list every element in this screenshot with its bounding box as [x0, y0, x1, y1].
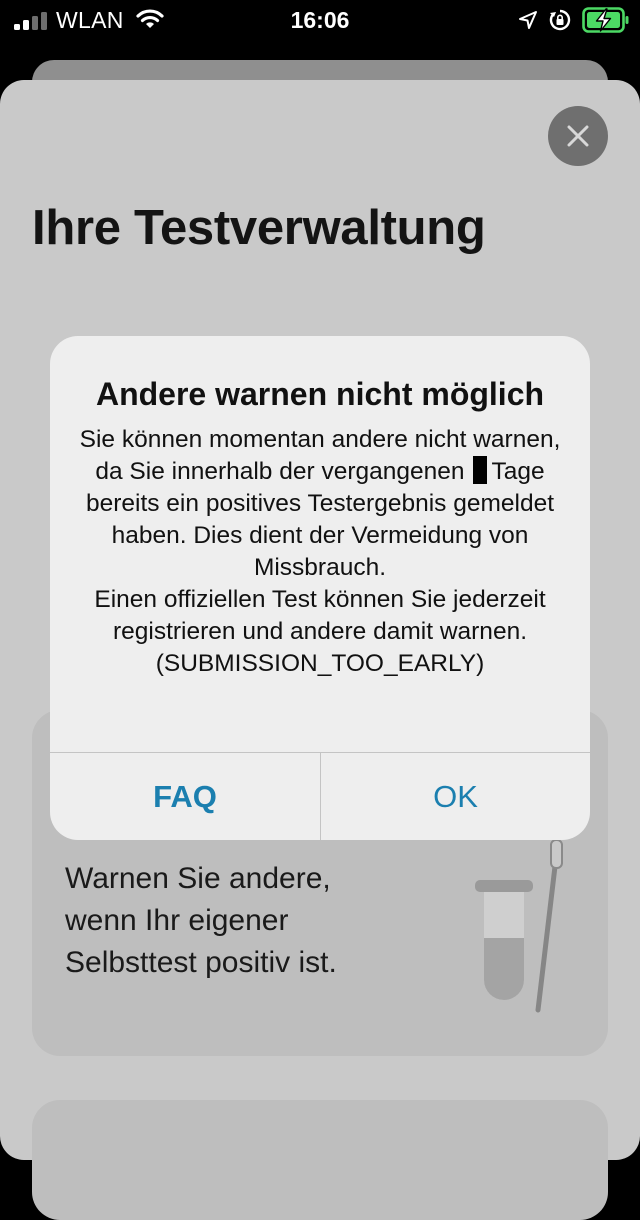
card-text-line: Selbsttest positiv ist. [65, 946, 337, 979]
alert-message: Sie können momentan andere nicht warnen,… [76, 424, 564, 680]
card-text-line: wenn Ihr eigener [65, 904, 289, 937]
alert-message-text: Einen offiziellen Test können Sie jederz… [94, 586, 546, 677]
battery-charging-icon [582, 7, 629, 33]
alert-message-text: Sie können momentan andere nicht warnen,… [79, 426, 561, 485]
close-icon [567, 125, 589, 147]
status-bar: WLAN 16:06 [0, 0, 640, 42]
status-time: 16:06 [290, 7, 350, 33]
redaction-block [472, 456, 487, 484]
secondary-card[interactable] [32, 1100, 608, 1220]
card-text-line: Warnen Sie andere, [65, 862, 331, 895]
faq-button[interactable]: FAQ [50, 753, 320, 840]
wifi-icon [136, 9, 164, 28]
orientation-lock-icon [549, 9, 571, 31]
close-button[interactable] [548, 106, 608, 166]
carrier-label: WLAN [56, 7, 124, 33]
alert-dialog: Andere warnen nicht möglich Sie können m… [50, 336, 590, 840]
page-title: Ihre Testverwaltung [32, 201, 486, 255]
cellular-signal-icon [14, 12, 48, 30]
card-description: Warnen Sie andere, wenn Ihr eigener Selb… [65, 858, 465, 984]
alert-title: Andere warnen nicht möglich [95, 376, 545, 412]
test-tube-illustration [475, 839, 563, 1013]
ok-button[interactable]: OK [321, 753, 590, 840]
location-arrow-icon [519, 11, 537, 29]
